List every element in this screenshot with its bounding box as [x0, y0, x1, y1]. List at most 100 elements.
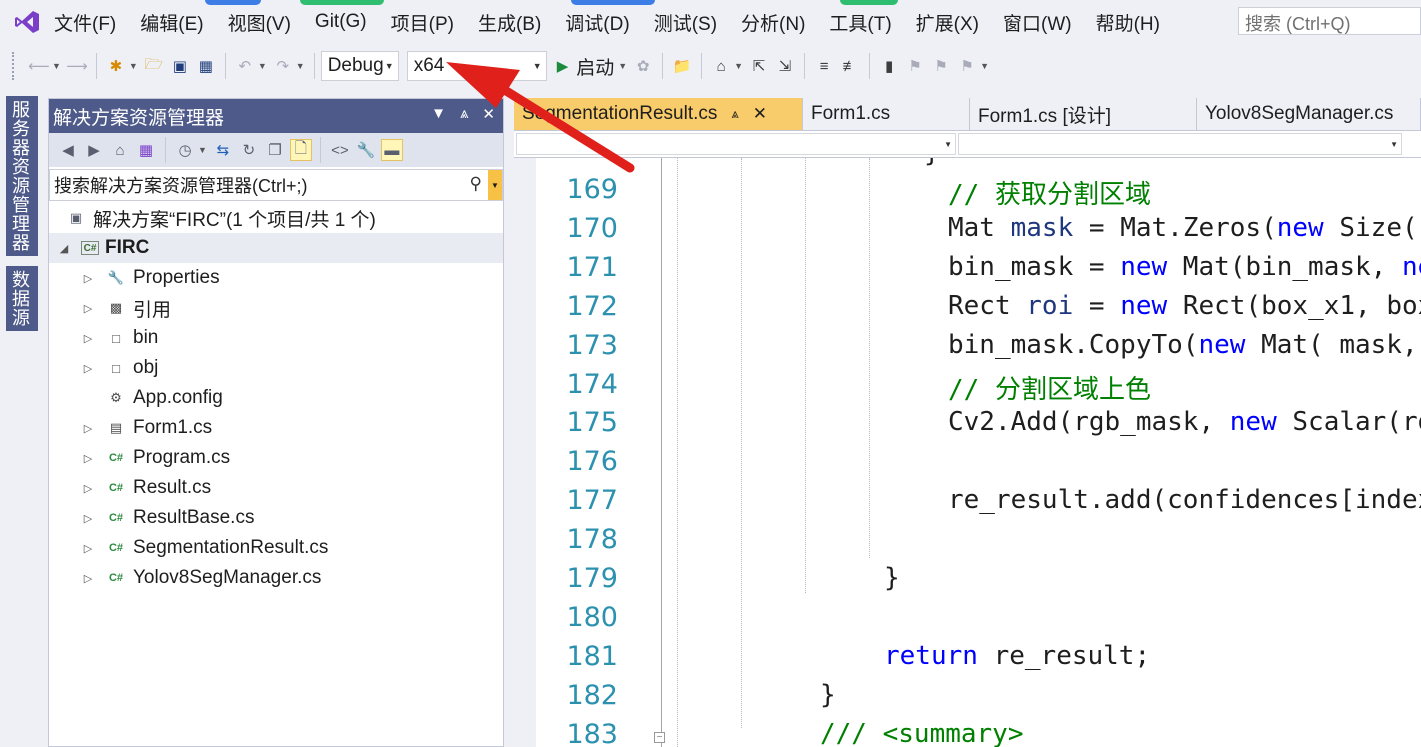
navigate-back-icon[interactable]: ⟵	[28, 55, 50, 77]
tree-item[interactable]: ▷ ▤ Form1.cs	[49, 413, 503, 443]
solution-search-input[interactable]: 搜索解决方案资源管理器(Ctrl+;) ⚲ ▼	[49, 169, 503, 201]
menu-git[interactable]: Git(G)	[303, 11, 379, 33]
global-search-input[interactable]: 搜索 (Ctrl+Q)	[1238, 7, 1421, 35]
find-in-files-icon[interactable]: 📁	[671, 55, 693, 77]
collapsed-triangle-icon[interactable]: ▷	[81, 482, 95, 495]
code-line[interactable]: 177 re_result.add(confidences[index	[536, 485, 1421, 524]
code-line[interactable]: 169 // 获取分割区域	[536, 174, 1421, 213]
home-icon[interactable]: ⌂	[109, 139, 131, 161]
tab-segmentationresult[interactable]: SegmentationResult.cs ⩓ ✕	[514, 98, 803, 130]
previous-bookmark-icon[interactable]: ⚑	[904, 55, 926, 77]
clear-bookmarks-icon[interactable]: ⚑	[956, 55, 978, 77]
tab-yolov8segmanager[interactable]: Yolov8SegManager.cs	[1197, 98, 1421, 130]
refresh-icon[interactable]: ↻	[238, 139, 260, 161]
code-line[interactable]: 174 // 分割区域上色	[536, 369, 1421, 408]
menu-tools[interactable]: 工具(T)	[817, 9, 903, 36]
data-sources-tab[interactable]: 数据源	[6, 266, 38, 331]
tree-item[interactable]: ▷ C# ResultBase.cs	[49, 503, 503, 533]
menu-build[interactable]: 生成(B)	[466, 9, 553, 36]
code-line[interactable]: 170 Mat mask = Mat.Zeros(new Size((	[536, 213, 1421, 252]
visual-studio-logo-icon[interactable]	[10, 5, 44, 39]
chevron-down-icon[interactable]: ▼	[734, 61, 743, 71]
collapsed-triangle-icon[interactable]: ▷	[81, 542, 95, 555]
pin-icon[interactable]: ⩓	[731, 106, 738, 122]
tab-form1-designer[interactable]: Form1.cs [设计]	[970, 98, 1197, 130]
code-line[interactable]: 175 Cv2.Add(rgb_mask, new Scalar(rd	[536, 407, 1421, 446]
menu-extensions[interactable]: 扩展(X)	[904, 9, 991, 36]
configuration-select[interactable]: Debug ▼	[320, 51, 399, 81]
platform-select[interactable]: x64 ▼	[406, 51, 547, 81]
type-dropdown[interactable]: ▼	[516, 133, 956, 155]
tab-form1[interactable]: Form1.cs	[803, 98, 970, 130]
collapsed-triangle-icon[interactable]: ▷	[81, 512, 95, 525]
toolbar-grip[interactable]	[12, 52, 16, 80]
step-over-icon[interactable]: ⇲	[774, 55, 796, 77]
code-line[interactable]: 173 bin_mask.CopyTo(new Mat( mask,r	[536, 330, 1421, 369]
menu-help[interactable]: 帮助(H)	[1084, 9, 1172, 36]
menu-view[interactable]: 视图(V)	[216, 9, 303, 36]
chevron-down-icon[interactable]: ▼	[296, 61, 305, 71]
pending-changes-filter-icon[interactable]: ◷	[174, 139, 196, 161]
save-all-icon[interactable]: ▦	[195, 55, 217, 77]
menu-edit[interactable]: 编辑(E)	[128, 9, 215, 36]
server-explorer-tab[interactable]: 服务器资源管理器	[6, 96, 38, 256]
next-bookmark-icon[interactable]: ⚑	[930, 55, 952, 77]
forward-icon[interactable]: ▶	[83, 139, 105, 161]
search-options-chevron-icon[interactable]: ▼	[488, 170, 502, 200]
close-icon[interactable]: ✕	[753, 104, 767, 124]
tree-item[interactable]: ▷ 🔧 Properties	[49, 263, 503, 293]
code-line[interactable]: 182}	[536, 680, 1421, 719]
tree-item[interactable]: ▷ C# Program.cs	[49, 443, 503, 473]
tree-item[interactable]: ▷ C# SegmentationResult.cs	[49, 533, 503, 563]
code-line[interactable]: 179}	[536, 563, 1421, 602]
code-line[interactable]: 183 /// <summary>	[536, 719, 1421, 747]
switch-views-icon[interactable]: ▦	[135, 139, 157, 161]
new-item-icon[interactable]: ✱	[105, 55, 127, 77]
start-debugging-button[interactable]: ▶ 启动 ▼	[557, 53, 630, 80]
sync-icon[interactable]: ⇆	[212, 139, 234, 161]
collapsed-triangle-icon[interactable]: ▷	[81, 332, 95, 345]
save-icon[interactable]: ▣	[169, 55, 191, 77]
open-folder-icon[interactable]: 🗁	[143, 55, 165, 77]
tree-item[interactable]: ⚙ App.config	[49, 383, 503, 413]
navigate-forward-icon[interactable]: ⟶	[66, 55, 88, 77]
chevron-down-icon[interactable]: ▼	[258, 61, 267, 71]
menu-file[interactable]: 文件(F)	[54, 9, 128, 36]
undo-icon[interactable]: ↶	[234, 55, 256, 77]
show-all-files-icon[interactable]: 🗋	[289, 139, 312, 161]
tree-item[interactable]: ▷ C# Yolov8SegManager.cs	[49, 563, 503, 593]
collapse-all-icon[interactable]: ❐	[264, 139, 286, 161]
collapsed-triangle-icon[interactable]: ▷	[81, 362, 95, 375]
menu-analyze[interactable]: 分析(N)	[729, 9, 817, 36]
browser-link-icon[interactable]: ⌂	[710, 55, 732, 77]
member-dropdown[interactable]: ▼	[958, 133, 1402, 155]
search-icon[interactable]: ⚲	[470, 174, 482, 194]
uncomment-lines-icon[interactable]: ≢	[839, 55, 861, 77]
tree-item[interactable]: ▷ □ bin	[49, 323, 503, 353]
code-line[interactable]: 172 Rect roi = new Rect(box_x1, box	[536, 291, 1421, 330]
tree-item[interactable]: ▷ C# Result.cs	[49, 473, 503, 503]
tree-item-project[interactable]: ◢ C# FIRC	[49, 233, 503, 263]
bookmark-icon[interactable]: ▮	[878, 55, 900, 77]
code-line[interactable]: 176	[536, 446, 1421, 485]
code-line[interactable]: 178	[536, 524, 1421, 563]
menu-window[interactable]: 窗口(W)	[991, 9, 1084, 36]
chevron-down-icon[interactable]: ▼	[198, 145, 207, 155]
collapsed-triangle-icon[interactable]: ▷	[81, 452, 95, 465]
code-line[interactable]: 171 bin_mask = new Mat(bin_mask, ne	[536, 252, 1421, 291]
step-into-icon[interactable]: ⇱	[748, 55, 770, 77]
tree-item[interactable]: ▷ ▩ 引用	[49, 293, 503, 323]
window-position-icon[interactable]: ▼	[431, 105, 446, 123]
menu-test[interactable]: 测试(S)	[642, 9, 729, 36]
menu-debug[interactable]: 调试(D)	[553, 9, 641, 36]
collapsed-triangle-icon[interactable]: ▷	[81, 302, 95, 315]
code-line[interactable]: 181 return re_result;	[536, 641, 1421, 680]
collapsed-triangle-icon[interactable]: ▷	[81, 272, 95, 285]
code-editor[interactable]: − } 169// 获取分割区域170Mat mask = Mat.Zeros(…	[514, 158, 1421, 747]
tree-item[interactable]: ▷ □ obj	[49, 353, 503, 383]
menu-project[interactable]: 项目(P)	[379, 9, 466, 36]
tree-item-solution[interactable]: ▣ 解决方案“FIRC”(1 个项目/共 1 个)	[49, 203, 503, 233]
collapsed-triangle-icon[interactable]: ▷	[81, 422, 95, 435]
expanded-triangle-icon[interactable]: ◢	[57, 242, 71, 255]
chevron-down-icon[interactable]: ▼	[52, 61, 61, 71]
